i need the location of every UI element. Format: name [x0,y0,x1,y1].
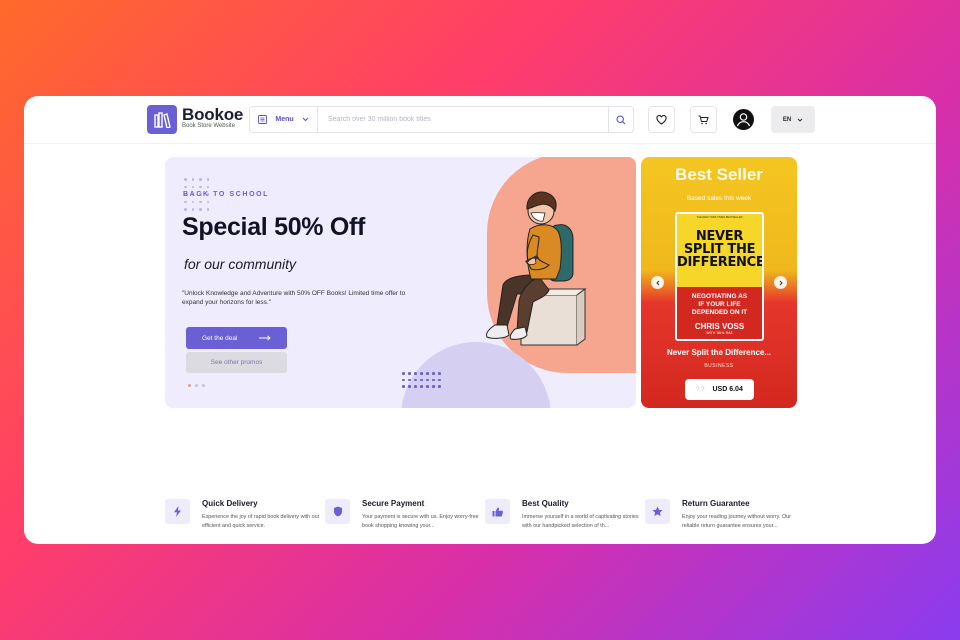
carousel-dot[interactable] [188,384,191,387]
carousel-next-button[interactable] [774,276,787,289]
current-price: USD 6.04 [712,386,743,393]
feature-title: Secure Payment [362,499,425,508]
heart-icon [656,114,667,125]
book-cover-title: NEVER SPLIT THE DIFFERENCE [677,214,762,287]
get-deal-label: Get the deal [202,334,238,342]
feature-title: Quick Delivery [202,499,258,508]
chevron-down-icon [302,117,309,122]
feature-secure-payment: Secure Payment Your payment is secure wi… [325,499,480,535]
language-selector[interactable]: EN [771,106,815,133]
search-icon [616,114,626,124]
feature-text: Experience the joy of rapid book deliver… [202,514,320,529]
thumbs-up-icon [485,499,510,524]
top-navbar: Bookoe Book Store Website Menu EN [24,96,936,144]
wishlist-button[interactable] [648,106,675,133]
search-input[interactable] [318,107,608,132]
feature-title: Best Quality [522,499,569,508]
user-avatar[interactable] [733,109,754,130]
shield-icon [325,499,350,524]
feature-text: Immerse yourself in a world of captivati… [522,514,639,529]
menu-label: Menu [275,116,294,123]
chevron-right-icon [779,280,783,285]
list-icon [258,115,267,124]
brand-tagline: Book Store Website [182,123,235,129]
book-title[interactable]: Never Split the Difference... [641,348,797,357]
promo-headline: Special 50% Off [182,213,366,241]
feature-text: Enjoy your reading journey without worry… [682,514,791,529]
get-deal-button[interactable]: Get the deal [186,327,287,349]
language-label: EN [782,116,792,123]
cover-title-line: DIFFERENCE [677,255,764,270]
decorative-dots [402,372,441,388]
cart-button[interactable] [690,106,717,133]
cover-author: CHRIS VOSS [694,322,745,331]
book-cover-bottom: NEGOTIATING AS IF YOUR LIFE DEPENDED ON … [677,287,762,339]
carousel-dot[interactable] [195,384,198,387]
feature-quick-delivery: Quick Delivery Experience the joy of rap… [165,499,320,535]
cover-subtitle-line: NEGOTIATING AS [691,293,748,300]
star-icon [645,499,670,524]
carousel-prev-button[interactable] [651,276,664,289]
feature-title: Return Guarantee [682,499,750,508]
see-promos-button[interactable]: See other promos [186,352,287,373]
best-seller-title: Best Seller [675,165,763,184]
feature-return-guarantee: Return Guarantee Enjoy your reading jour… [645,499,800,535]
student-illustration [486,191,587,346]
search-button[interactable] [608,107,633,132]
bolt-icon [165,499,190,524]
book-category: BUSINESS [704,363,734,369]
promo-description: "Unlock Knowledge and Adventure with 50%… [182,290,406,306]
promo-banner: BACK TO SCHOOL Special 50% Off for our c… [165,157,636,408]
best-seller-card: Best Seller Based sales this week THE NE… [641,157,797,408]
feature-text: Your payment is secure with us. Enjoy wo… [362,514,479,529]
best-seller-subtitle: Based sales this week [686,195,752,202]
logo-icon[interactable] [147,105,177,134]
book-cover[interactable]: THE NEW YORK TIMES BESTSELLER NEVER SPLI… [675,212,764,341]
feature-best-quality: Best Quality Immerse yourself in a world… [485,499,640,535]
carousel-dot[interactable] [202,384,205,387]
app-window: Bookoe Book Store Website Menu EN [24,96,936,544]
price-tag[interactable]: ?.? USD 6.04 [685,379,754,400]
arrow-right-icon [259,335,271,341]
promo-eyebrow: BACK TO SCHOOL [183,191,270,198]
user-icon [736,113,751,127]
search-bar: Menu [249,106,634,133]
menu-dropdown-button[interactable]: Menu [250,107,318,132]
cart-icon [698,115,709,124]
chevron-down-icon [797,118,803,122]
chevron-left-icon [655,280,659,285]
cover-subtitle-line: DEPENDED ON IT [691,309,748,316]
promo-tagline: for our community [184,256,297,272]
carousel-indicator [188,384,205,387]
see-promos-label: See other promos [210,359,263,366]
old-price: ?.? [696,386,705,393]
cover-subtitle-line: IF YOUR LIFE [698,301,741,308]
cover-coauthor: WITH TAHL RAZ [706,331,733,335]
brand-name[interactable]: Bookoe [182,105,243,125]
